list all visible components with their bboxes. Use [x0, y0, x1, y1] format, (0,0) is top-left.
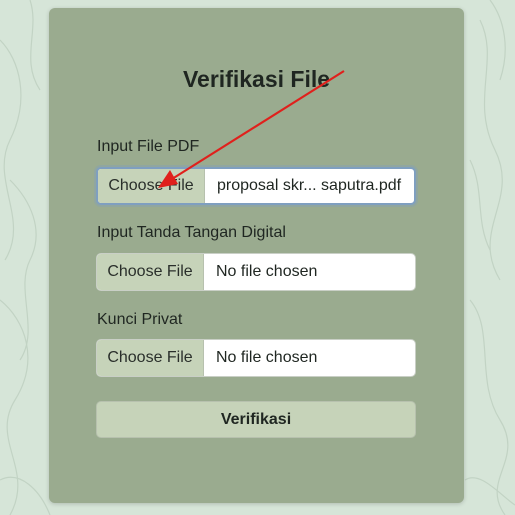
- signature-file-name: No file chosen: [216, 263, 318, 280]
- private-key-file-name: No file chosen: [216, 349, 318, 366]
- private-key-file-input[interactable]: Choose File No file chosen: [96, 339, 416, 377]
- verify-button[interactable]: Verifikasi: [96, 401, 416, 438]
- private-key-label: Kunci Privat: [97, 311, 183, 328]
- private-key-choose-file-button[interactable]: Choose File: [97, 340, 204, 376]
- pdf-choose-file-button[interactable]: Choose File: [98, 169, 205, 203]
- verification-card: Verifikasi File Input File PDF Choose Fi…: [49, 8, 464, 503]
- signature-choose-file-button[interactable]: Choose File: [97, 254, 204, 290]
- pdf-file-name: proposal skr... saputra.pdf: [217, 177, 402, 194]
- signature-file-input[interactable]: Choose File No file chosen: [96, 253, 416, 291]
- pdf-file-input[interactable]: Choose File proposal skr... saputra.pdf: [96, 167, 416, 205]
- signature-file-label: Input Tanda Tangan Digital: [97, 224, 286, 241]
- page-title: Verifikasi File: [182, 66, 331, 92]
- pdf-file-label: Input File PDF: [97, 138, 200, 155]
